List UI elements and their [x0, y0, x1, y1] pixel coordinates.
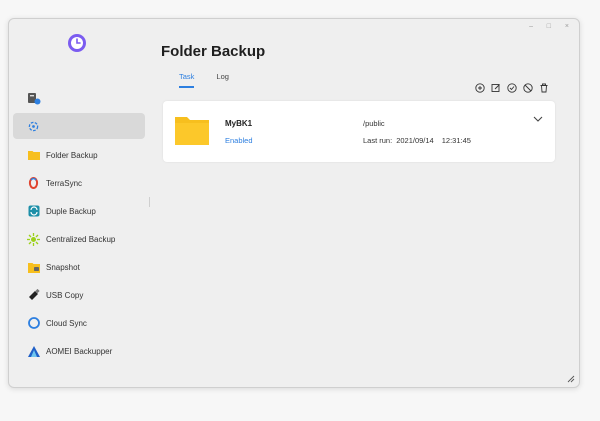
task-status: Enabled — [225, 136, 253, 145]
tab-task[interactable]: Task — [179, 72, 195, 88]
task-card[interactable]: MyBK1 Enabled /public Last run: 2021/09/… — [163, 101, 555, 162]
resize-grip-icon[interactable] — [567, 375, 575, 383]
snapshot-icon — [27, 261, 40, 274]
centralized-backup-icon — [27, 232, 40, 246]
tab-log[interactable]: Log — [216, 72, 229, 88]
sidebar-item-duple-backup[interactable]: Duple Backup — [13, 198, 145, 224]
chevron-down-icon[interactable] — [533, 115, 543, 123]
sidebar-item-centralized-backup[interactable]: Centralized Backup — [13, 226, 145, 252]
task-path: /public — [363, 119, 385, 128]
sidebar-item-label: Duple Backup — [46, 206, 96, 216]
sidebar-item-cloud-sync[interactable]: Cloud Sync — [13, 310, 145, 336]
tab-bar: Task Log — [179, 72, 229, 88]
sidebar-item-label: TerraSync — [46, 178, 83, 188]
sidebar: Folder Backup TerraSync Duple Backup Cen… — [9, 19, 149, 387]
storage-icon[interactable] — [27, 91, 41, 105]
sidebar-item-snapshot[interactable]: Snapshot — [13, 254, 145, 280]
page-title: Folder Backup — [161, 43, 266, 60]
main-content: Folder Backup Task Log MyBK1 Enabled /pu… — [161, 19, 571, 387]
last-run-date: 2021/09/14 — [396, 136, 434, 145]
sidebar-item-label: Cloud Sync — [46, 318, 87, 328]
sidebar-item-terrasync[interactable]: TerraSync — [13, 170, 145, 196]
sidebar-item-label: AOMEI Backupper — [46, 346, 113, 356]
sidebar-item-sync[interactable] — [13, 113, 145, 139]
duple-backup-icon — [27, 205, 40, 218]
sidebar-item-folder-backup[interactable]: Folder Backup — [13, 142, 145, 168]
run-icon[interactable] — [507, 83, 517, 93]
folder-icon — [27, 149, 40, 162]
last-run-time: 12:31:45 — [441, 136, 471, 145]
terrasync-icon — [27, 177, 40, 190]
task-toolbar — [475, 83, 549, 93]
sidebar-item-label: Centralized Backup — [46, 234, 116, 244]
sidebar-item-label: Snapshot — [46, 262, 80, 272]
edit-icon[interactable] — [491, 83, 501, 93]
sync-icon — [27, 120, 40, 133]
folder-icon — [175, 117, 209, 145]
delete-icon[interactable] — [539, 83, 549, 93]
task-name: MyBK1 — [225, 119, 253, 128]
app-logo-icon — [68, 34, 86, 52]
app-window: – □ × Folder Backup TerraSync Duple Back… — [8, 18, 580, 388]
task-last-run: Last run: 2021/09/14 12:31:45 — [363, 136, 471, 145]
last-run-label: Last run: — [363, 136, 393, 145]
usb-copy-icon — [27, 289, 40, 302]
add-icon[interactable] — [475, 83, 485, 93]
aomei-icon — [27, 345, 40, 358]
sidebar-item-usb-copy[interactable]: USB Copy — [13, 282, 145, 308]
sidebar-item-aomei-backupper[interactable]: AOMEI Backupper — [13, 338, 145, 364]
cloud-sync-icon — [27, 317, 40, 330]
sidebar-item-label: Folder Backup — [46, 150, 98, 160]
sidebar-item-label: USB Copy — [46, 290, 84, 300]
sidebar-divider — [149, 197, 150, 207]
stop-icon[interactable] — [523, 83, 533, 93]
